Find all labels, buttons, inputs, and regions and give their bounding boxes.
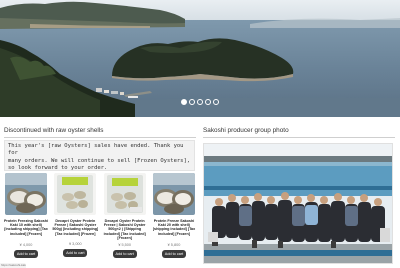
product-image[interactable]	[54, 173, 97, 215]
section-divider-left	[4, 137, 196, 138]
add-to-cart-button[interactable]: Add to cart	[63, 249, 88, 257]
add-to-cart-button[interactable]: Add to cart	[112, 250, 137, 258]
product-card: Decapri Oyster Protein Freeze | Sakoshi …	[52, 173, 98, 265]
carousel-dot-3[interactable]	[197, 99, 203, 105]
carousel-dot-4[interactable]	[205, 99, 211, 105]
product-name[interactable]: Protein Freeze Sakoshi Kaki 20 with shel…	[151, 219, 197, 240]
product-price: ¥ 5,500	[118, 243, 131, 247]
carousel-dot-5[interactable]	[213, 99, 219, 105]
product-card: Protein Freezing Sakoshi Kaki 10 with sh…	[3, 173, 49, 265]
carousel-dot-1[interactable]	[181, 99, 187, 105]
product-card: Decapri Oyster Protein Freeze | Sakoshi …	[102, 173, 148, 265]
product-card: Protein Freeze Sakoshi Kaki 20 with shel…	[151, 173, 197, 265]
product-price: ¥ 4,000	[19, 243, 33, 247]
product-price: ¥ 5,800	[167, 243, 181, 247]
browser-status-bar: https://sakoshi-kaki...	[0, 263, 26, 268]
section-divider-right	[203, 137, 395, 138]
product-name[interactable]: Decapri Oyster Protein Freeze | Sakoshi …	[52, 219, 98, 240]
add-to-cart-button[interactable]: Add to cart	[161, 250, 186, 258]
product-image[interactable]	[5, 173, 47, 215]
hero-carousel[interactable]	[0, 0, 400, 117]
sales-ended-notice: This year's [raw Oysters] sales have end…	[4, 140, 195, 171]
product-grid: Protein Freezing Sakoshi Kaki 10 with sh…	[3, 173, 197, 265]
product-image[interactable]	[103, 173, 146, 215]
product-name[interactable]: Decapri Oyster Protein Freeze | Sakoshi …	[102, 219, 148, 240]
product-price: ¥ 3,000	[68, 242, 82, 246]
section-title-group-photo: Sakoshi producer group photo	[203, 127, 289, 134]
carousel-pagination	[0, 99, 400, 105]
add-to-cart-button[interactable]: Add to cart	[14, 250, 38, 258]
product-name[interactable]: Protein Freezing Sakoshi Kaki 10 with sh…	[3, 219, 49, 240]
product-image[interactable]	[152, 173, 195, 215]
group-photo	[203, 143, 393, 264]
carousel-dot-2[interactable]	[189, 99, 195, 105]
section-title-products: Discontinued with raw oyster shells	[4, 127, 104, 134]
